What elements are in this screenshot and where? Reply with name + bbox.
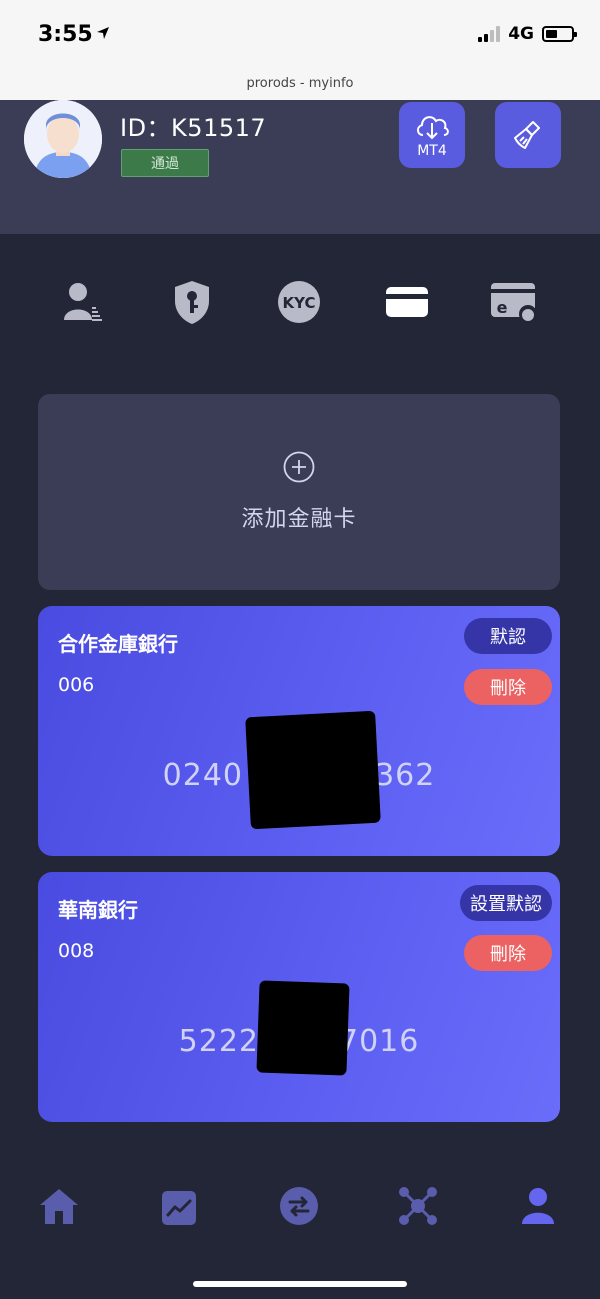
delete-card-button[interactable]: 刪除 <box>464 669 552 705</box>
default-badge[interactable]: 默認 <box>464 618 552 654</box>
network-nodes-icon <box>399 1187 437 1225</box>
bank-card-icon <box>386 287 428 317</box>
battery-icon <box>542 26 577 42</box>
profile-header: ID：K51517 通過 MT4 <box>0 100 600 234</box>
card-number-end: 7016 <box>339 1024 420 1059</box>
avatar[interactable] <box>24 100 102 178</box>
status-time: 3:55 <box>38 22 93 47</box>
tab-e-wallet[interactable]: e <box>490 278 538 326</box>
tab-user-info[interactable] <box>60 278 108 326</box>
page-url-title[interactable]: prorods - myinfo <box>0 76 600 91</box>
status-indicators: 4G <box>478 24 577 44</box>
bank-name: 華南銀行 <box>58 898 138 922</box>
user-profile-icon <box>64 283 102 321</box>
bank-code: 008 <box>58 940 95 962</box>
mt4-label: MT4 <box>417 143 447 159</box>
bank-name: 合作金庫銀行 <box>58 632 178 656</box>
svg-text:e: e <box>497 298 508 317</box>
broom-icon <box>514 121 540 149</box>
nav-profile[interactable] <box>516 1184 560 1228</box>
account-tabs: KYC e <box>0 278 600 328</box>
e-wallet-icon: e <box>491 283 537 323</box>
delete-card-button[interactable]: 刪除 <box>464 935 552 971</box>
user-icon <box>522 1188 554 1224</box>
cloud-download-icon <box>417 116 449 140</box>
nav-home[interactable] <box>37 1184 81 1228</box>
kyc-label: KYC <box>283 294 316 312</box>
home-indicator <box>193 1281 407 1287</box>
set-default-button[interactable]: 設置默認 <box>460 885 552 921</box>
card-number-start: 5222 <box>178 1024 259 1059</box>
home-icon <box>40 1189 78 1224</box>
nav-market[interactable] <box>157 1186 201 1230</box>
status-bar: 3:55 4G prorods - myinfo <box>0 0 600 100</box>
security-key-icon <box>175 281 209 324</box>
nav-network[interactable] <box>396 1184 440 1228</box>
add-card-label: 添加金融卡 <box>241 507 357 532</box>
tab-security[interactable] <box>168 278 216 326</box>
nav-transfer[interactable] <box>277 1184 321 1228</box>
location-arrow-icon <box>97 27 109 39</box>
user-id: ID：K51517 <box>120 114 267 142</box>
bank-card-item[interactable]: 合作金庫銀行 006 默認 刪除 0240 1362 <box>38 606 560 856</box>
avatar-person-icon <box>24 100 102 178</box>
clear-cache-button[interactable] <box>495 102 561 168</box>
exchange-arrows-icon <box>280 1187 318 1225</box>
mt4-download-button[interactable]: MT4 <box>399 102 465 168</box>
bank-code: 006 <box>58 674 95 696</box>
card-number-start: 0240 <box>162 758 243 793</box>
redaction-mark <box>256 980 350 1076</box>
chart-trend-icon <box>162 1191 196 1225</box>
verification-status-badge: 通過 <box>121 149 209 177</box>
plus-circle-icon <box>283 451 315 483</box>
redaction-mark <box>245 710 381 830</box>
kyc-icon: KYC <box>278 281 320 323</box>
signal-icon <box>478 26 501 42</box>
bank-card-item[interactable]: 華南銀行 008 設置默認 刪除 5222 7016 <box>38 872 560 1122</box>
tab-kyc[interactable]: KYC <box>275 278 323 326</box>
tab-bank-card[interactable] <box>383 278 431 326</box>
network-type: 4G <box>508 24 534 44</box>
bottom-navigation <box>0 1178 600 1238</box>
add-bank-card-button[interactable]: 添加金融卡 <box>38 394 560 590</box>
